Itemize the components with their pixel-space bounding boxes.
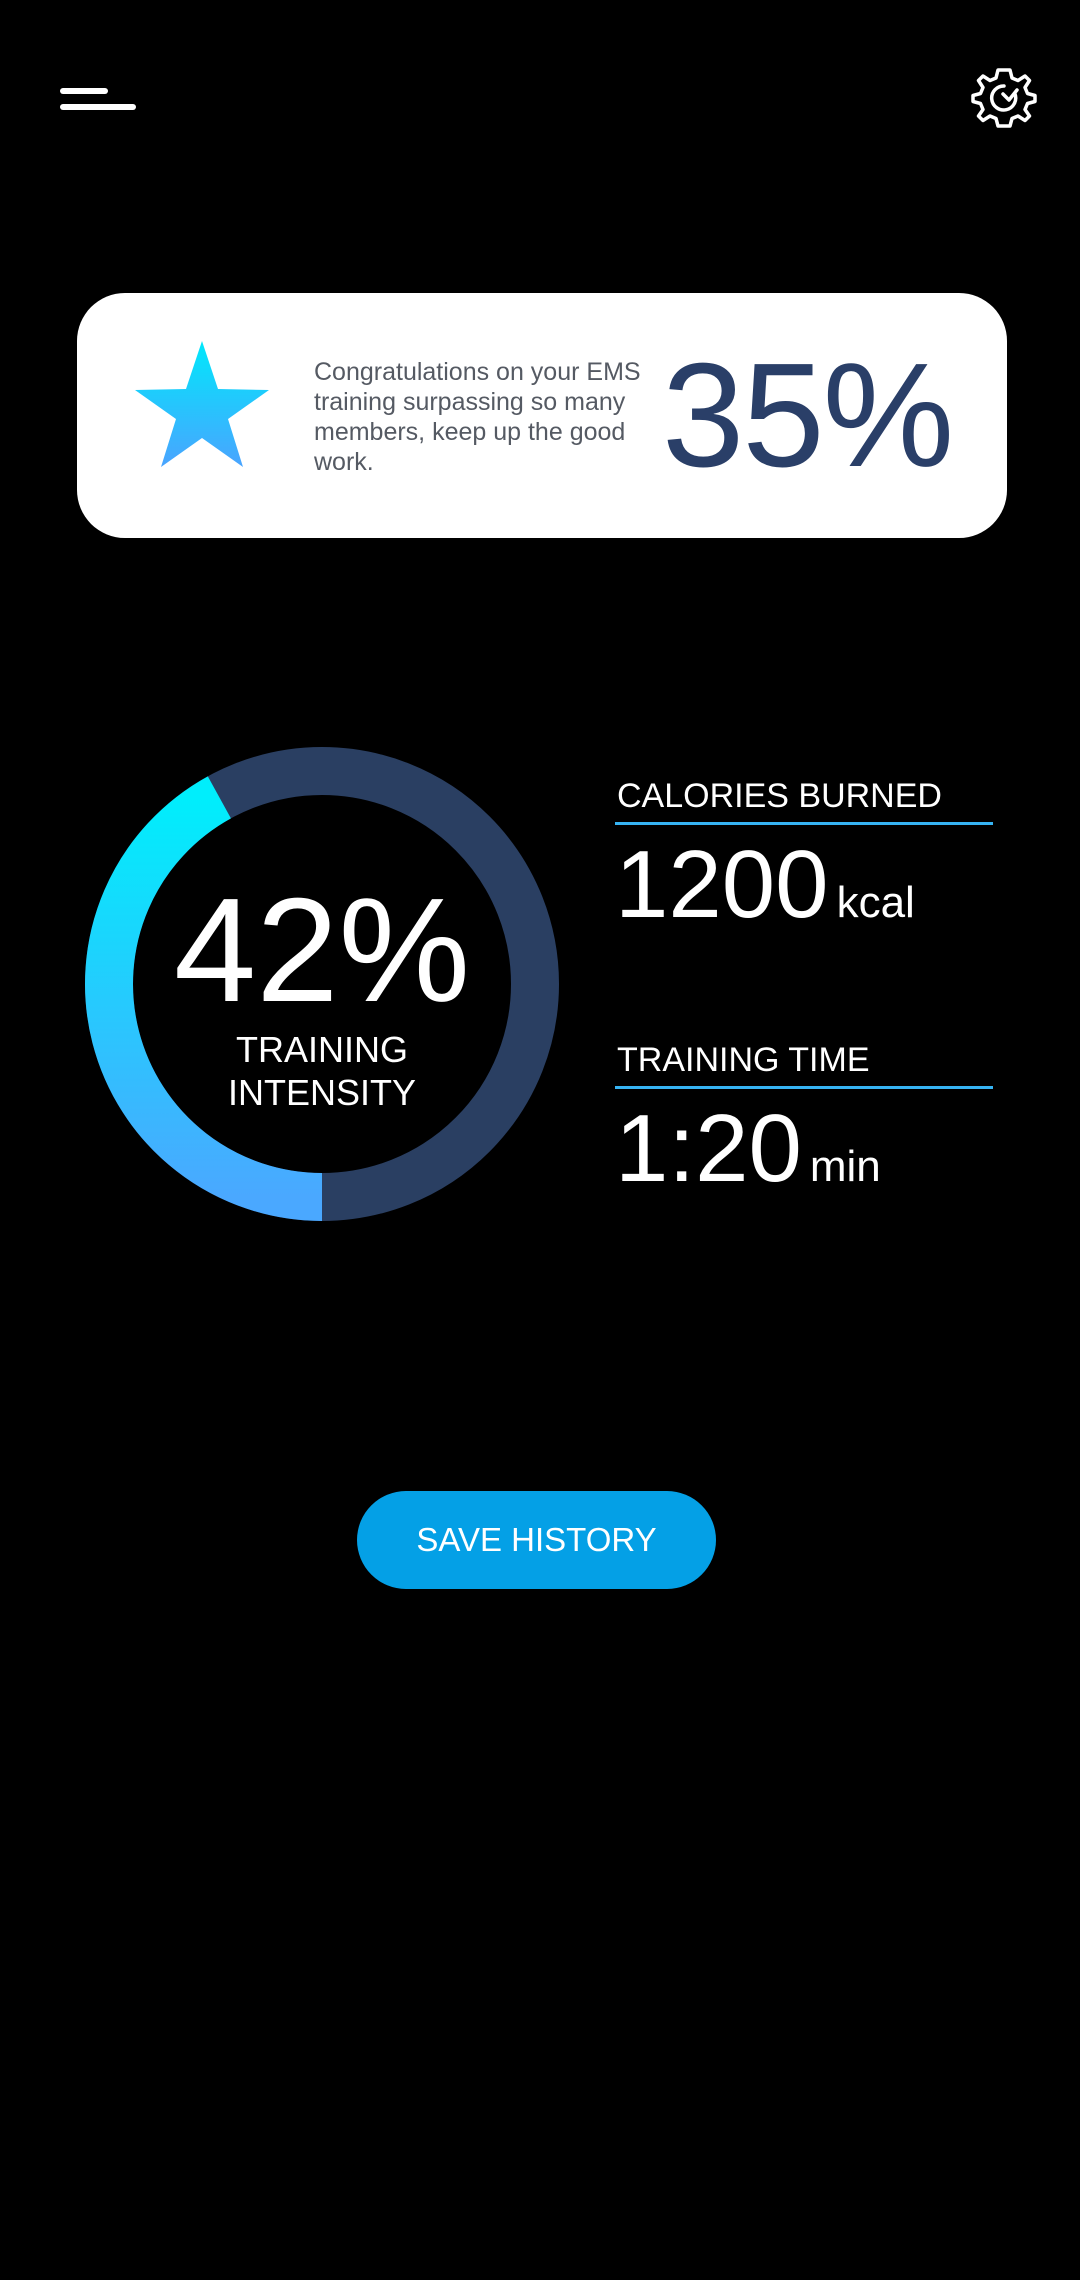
calories-unit: kcal (836, 878, 915, 927)
intensity-ring: 42% TRAINING INTENSITY (84, 746, 560, 1222)
calories-value: 1200 (615, 831, 829, 938)
star-icon (127, 339, 277, 481)
training-time-stat: TRAINING TIME 1:20 min (615, 1040, 993, 1199)
training-time-label: TRAINING TIME (615, 1040, 993, 1089)
gear-icon-graphic (971, 68, 1037, 128)
surpass-percentage: 35% (662, 333, 954, 498)
congrats-card: Congratulations on your EMS training sur… (77, 293, 1007, 538)
menu-icon[interactable] (56, 82, 142, 116)
calories-label: CALORIES BURNED (615, 776, 993, 825)
menu-icon-line (60, 88, 108, 94)
intensity-label: TRAINING INTENSITY (227, 1029, 416, 1113)
intensity-value: 42% (173, 868, 471, 1033)
save-history-button[interactable]: SAVE HISTORY (357, 1491, 716, 1589)
calories-stat: CALORIES BURNED 1200 kcal (615, 776, 993, 935)
gear-icon[interactable] (970, 64, 1038, 132)
training-time-unit: min (809, 1142, 881, 1191)
training-time-value-row: 1:20 min (615, 1099, 993, 1199)
calories-value-row: 1200 kcal (615, 835, 993, 935)
congrats-message: Congratulations on your EMS training sur… (314, 358, 641, 476)
training-time-value: 1:20 (615, 1095, 802, 1202)
menu-icon-line (60, 104, 136, 110)
